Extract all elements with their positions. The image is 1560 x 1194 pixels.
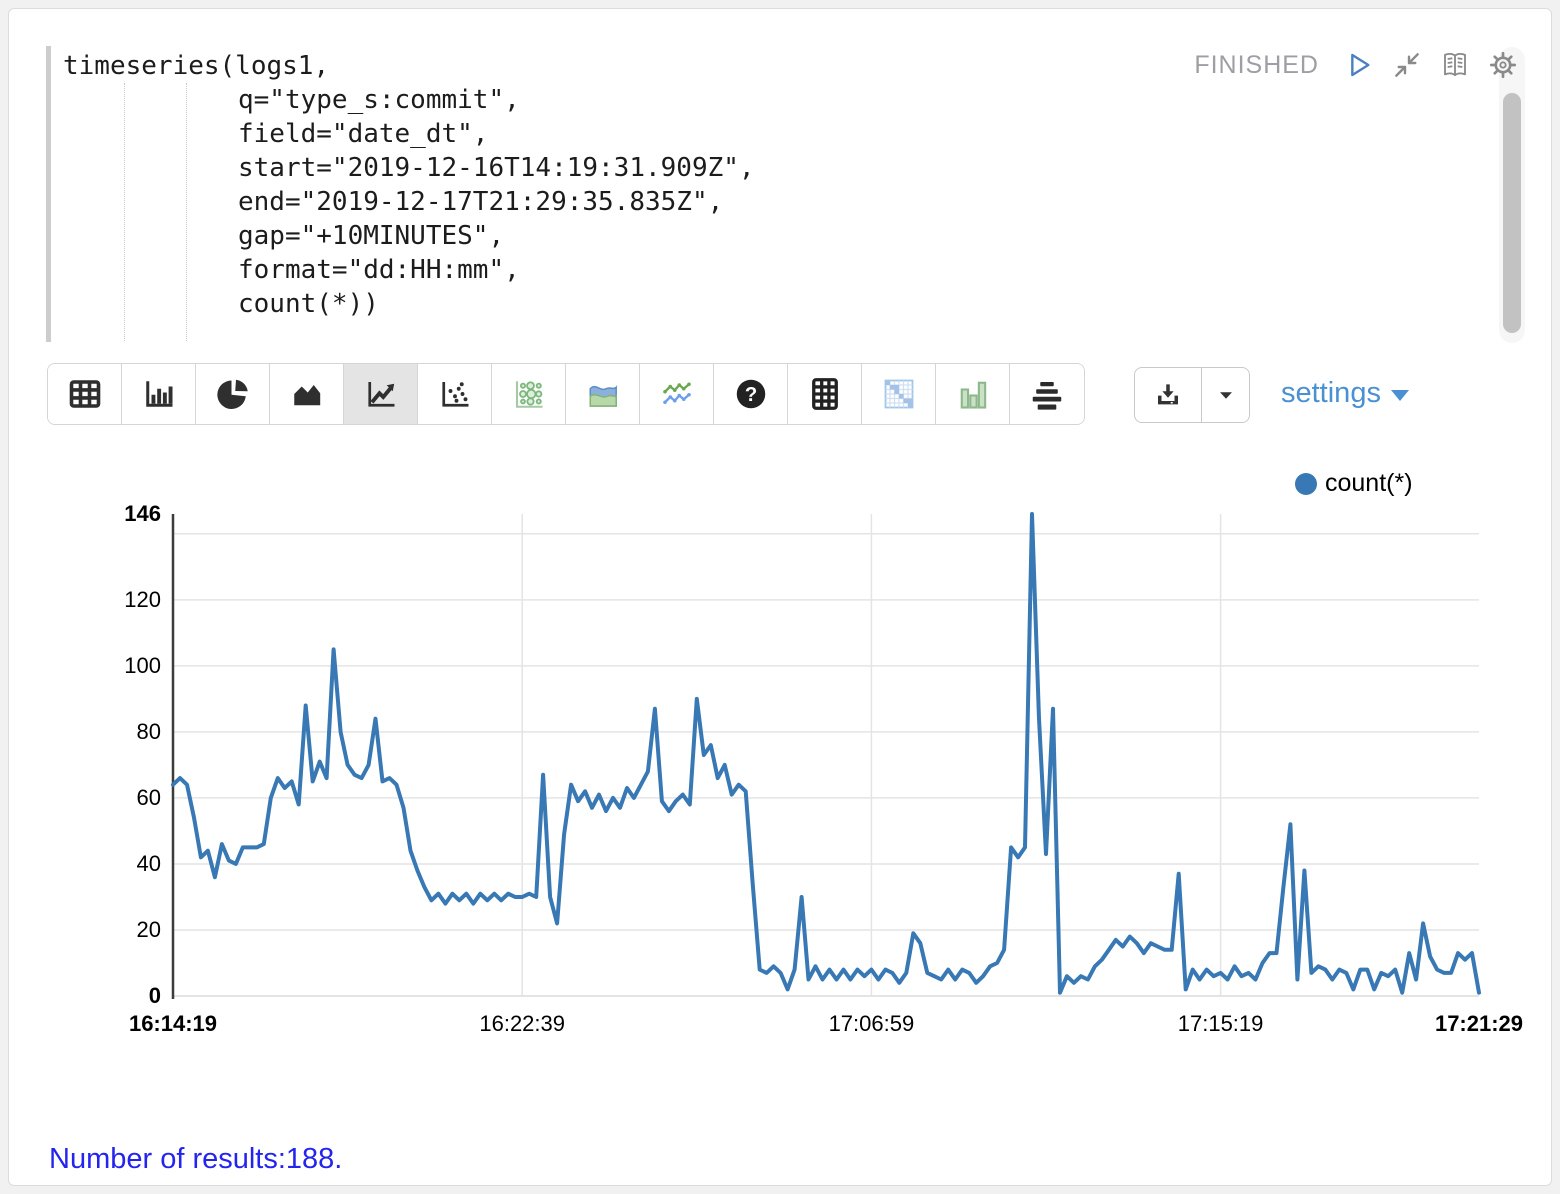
y-tick-label: 80 (101, 719, 161, 745)
x-tick-label: 16:22:39 (479, 1011, 565, 1037)
x-tick-label: 16:14:19 (129, 1011, 217, 1037)
y-tick-label: 20 (101, 917, 161, 943)
show-editor-book-icon[interactable] (1439, 49, 1471, 81)
download-button[interactable] (1135, 368, 1202, 422)
x-tick-label: 17:15:19 (1178, 1011, 1264, 1037)
results-count-text: Number of results:188. (49, 1143, 342, 1176)
status-badge: FINISHED (1194, 51, 1319, 80)
download-icon (1153, 380, 1183, 410)
chart-type-button-bar-chart[interactable] (122, 364, 196, 424)
chart-type-button-stacked-area[interactable] (566, 364, 640, 424)
y-tick-label: 146 (101, 501, 161, 527)
svg-text:?: ? (744, 384, 756, 406)
chart-type-button-heatmap[interactable] (862, 364, 936, 424)
y-tick-label: 40 (101, 851, 161, 877)
hbar-centered-icon (1029, 376, 1065, 412)
table-icon (67, 376, 103, 412)
legend-item[interactable]: count(*) (1295, 469, 1413, 498)
y-tick-label: 0 (101, 983, 161, 1009)
bar-green-icon (955, 376, 991, 412)
x-tick-label: 17:21:29 (1435, 1011, 1523, 1037)
chart-type-button-scatter-plot[interactable] (418, 364, 492, 424)
bar-chart-icon (141, 376, 177, 412)
legend-series-label: count(*) (1325, 469, 1413, 498)
chart-type-button-hbar-centered[interactable] (1010, 364, 1084, 424)
stacked-area-icon (585, 376, 621, 412)
chart-type-button-help[interactable]: ? (714, 364, 788, 424)
chart-type-button-multi-line[interactable] (640, 364, 714, 424)
run-play-icon[interactable] (1343, 49, 1375, 81)
editor-scrollbar-thumb[interactable] (1503, 93, 1521, 333)
editor-gutter (46, 46, 51, 342)
table-dense-icon (807, 376, 843, 412)
code-line[interactable]: q="type_s:commit", (63, 83, 1443, 117)
chart-type-button-area-chart[interactable] (270, 364, 344, 424)
collapse-editor-icon[interactable] (1391, 49, 1423, 81)
heatmap-icon (881, 376, 917, 412)
x-tick-label: 17:06:59 (829, 1011, 915, 1037)
paragraph-controls: FINISHED (1194, 49, 1519, 81)
settings-caret-icon (1391, 390, 1409, 401)
gear-settings-icon[interactable] (1487, 49, 1519, 81)
bubble-chart-icon (511, 376, 547, 412)
y-tick-label: 60 (101, 785, 161, 811)
code-line[interactable]: format="dd:HH:mm", (63, 253, 1443, 287)
settings-label: settings (1281, 377, 1381, 410)
editor-scrollbar[interactable] (1499, 47, 1525, 343)
chart-type-button-pie-chart[interactable] (196, 364, 270, 424)
help-icon: ? (733, 376, 769, 412)
chart-type-button-table-dense[interactable] (788, 364, 862, 424)
caret-down-icon (1213, 382, 1239, 408)
area-chart-icon (289, 376, 325, 412)
chart-type-button-table[interactable] (48, 364, 122, 424)
settings-link[interactable]: settings (1281, 377, 1409, 410)
chart-type-button-bubble-chart[interactable] (492, 364, 566, 424)
paragraph-card: timeseries(logs1,q="type_s:commit",field… (8, 8, 1552, 1186)
code-line[interactable]: gap="+10MINUTES", (63, 219, 1443, 253)
code-line[interactable]: field="date_dt", (63, 117, 1443, 151)
legend-color-dot (1295, 473, 1317, 495)
download-options-button[interactable] (1202, 368, 1249, 422)
scatter-plot-icon (437, 376, 473, 412)
code-editor[interactable]: timeseries(logs1,q="type_s:commit",field… (63, 49, 1443, 321)
line-chart-icon (363, 376, 399, 412)
chart-type-button-bar-green[interactable] (936, 364, 1010, 424)
y-tick-label: 120 (101, 587, 161, 613)
chart-type-button-line-chart[interactable] (344, 364, 418, 424)
y-tick-label: 100 (101, 653, 161, 679)
code-line[interactable]: start="2019-12-16T14:19:31.909Z", (63, 151, 1443, 185)
code-line[interactable]: count(*)) (63, 287, 1443, 321)
pie-chart-icon (215, 376, 251, 412)
download-button-group (1134, 367, 1250, 423)
code-line[interactable]: end="2019-12-17T21:29:35.835Z", (63, 185, 1443, 219)
chart-type-toolbar: ? (47, 363, 1085, 425)
multi-line-icon (659, 376, 695, 412)
